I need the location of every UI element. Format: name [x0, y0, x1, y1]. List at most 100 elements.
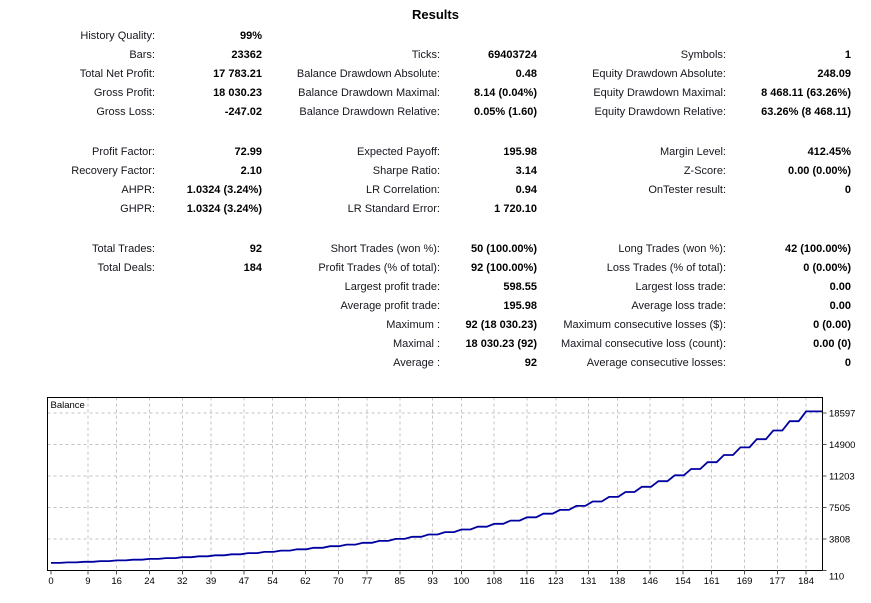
x-tick-label: 16 — [111, 576, 122, 587]
stat-value: 598.55 — [440, 278, 537, 297]
stats-gap — [0, 219, 851, 240]
stat-value: 1.0324 (3.24%) — [155, 200, 262, 219]
stat-label: Average loss trade: — [537, 297, 726, 316]
stat-label: Sharpe Ratio: — [262, 162, 440, 181]
x-tick-label: 100 — [453, 576, 469, 587]
stat-label: Equity Drawdown Relative: — [537, 103, 726, 122]
stat-label: Total Trades: — [0, 240, 155, 259]
stat-value: 0 — [726, 354, 851, 373]
stat-label: OnTester result: — [537, 181, 726, 200]
balance-chart-svg: Balance091624323947546270778593100108116… — [0, 390, 871, 603]
stats-gap — [0, 122, 851, 143]
stats-row: GHPR:1.0324 (3.24%)LR Standard Error:1 7… — [0, 200, 851, 219]
stat-value: 3.14 — [440, 162, 537, 181]
stat-label: GHPR: — [0, 200, 155, 219]
stat-value: 8 468.11 (63.26%) — [726, 84, 851, 103]
balance-chart: Balance091624323947546270778593100108116… — [0, 390, 871, 603]
stat-label: Average profit trade: — [262, 297, 440, 316]
x-tick-label: 47 — [239, 576, 250, 587]
x-tick-label: 169 — [737, 576, 753, 587]
stat-label: Bars: — [0, 46, 155, 65]
plot-area — [48, 398, 823, 571]
y-tick-label: 14900 — [829, 440, 855, 451]
stat-value: 1 — [726, 46, 851, 65]
x-tick-label: 24 — [144, 576, 155, 587]
x-tick-label: 138 — [609, 576, 625, 587]
stat-label: Balance Drawdown Relative: — [262, 103, 440, 122]
x-tick-label: 177 — [769, 576, 785, 587]
y-tick-label: 7505 — [829, 503, 850, 514]
stat-label: Total Net Profit: — [0, 65, 155, 84]
stats-row: Total Net Profit:17 783.21Balance Drawdo… — [0, 65, 851, 84]
stat-value: 92 — [155, 240, 262, 259]
stat-value: 23362 — [155, 46, 262, 65]
stats-row: Maximal :18 030.23 (92)Maximal consecuti… — [0, 335, 851, 354]
stat-label: Margin Level: — [537, 143, 726, 162]
stats-row: Total Deals:184Profit Trades (% of total… — [0, 259, 851, 278]
stat-label: Z-Score: — [537, 162, 726, 181]
stats-row: Average profit trade:195.98Average loss … — [0, 297, 851, 316]
x-tick-label: 62 — [300, 576, 311, 587]
stat-value: 8.14 (0.04%) — [440, 84, 537, 103]
stat-label: Gross Profit: — [0, 84, 155, 103]
stat-value: 63.26% (8 468.11) — [726, 103, 851, 122]
y-tick-label: 110 — [829, 572, 844, 583]
stat-label: LR Standard Error: — [262, 200, 440, 219]
stat-value: 2.10 — [155, 162, 262, 181]
stat-label: History Quality: — [0, 27, 155, 46]
stat-value: 18 030.23 — [155, 84, 262, 103]
stat-label: LR Correlation: — [262, 181, 440, 200]
x-tick-label: 146 — [642, 576, 658, 587]
stat-value: 184 — [155, 259, 262, 278]
x-tick-label: 54 — [267, 576, 278, 587]
stat-value: 92 (100.00%) — [440, 259, 537, 278]
stat-label: Balance Drawdown Maximal: — [262, 84, 440, 103]
stat-label: Maximal consecutive loss (count): — [537, 335, 726, 354]
chart-title: Balance — [51, 400, 85, 411]
stat-value: 1 720.10 — [440, 200, 537, 219]
y-tick-label: 3808 — [829, 534, 850, 545]
x-tick-label: 116 — [519, 576, 534, 587]
stat-label: Maximum consecutive losses ($): — [537, 316, 726, 335]
stat-label: Average consecutive losses: — [537, 354, 726, 373]
stats-grid: History Quality:99%Bars:23362Ticks:69403… — [0, 27, 851, 373]
stat-value: 1.0324 (3.24%) — [155, 181, 262, 200]
x-tick-label: 184 — [798, 576, 814, 587]
stats-row: Gross Profit:18 030.23Balance Drawdown M… — [0, 84, 851, 103]
stat-label: Largest profit trade: — [262, 278, 440, 297]
stats-row: Total Trades:92Short Trades (won %):50 (… — [0, 240, 851, 259]
stat-value: 248.09 — [726, 65, 851, 84]
stat-label: Maximum : — [262, 316, 440, 335]
stat-label: Profit Trades (% of total): — [262, 259, 440, 278]
stat-value: 0.48 — [440, 65, 537, 84]
x-tick-label: 9 — [85, 576, 90, 587]
stats-row: AHPR:1.0324 (3.24%)LR Correlation:0.94On… — [0, 181, 851, 200]
x-tick-label: 161 — [704, 576, 720, 587]
x-tick-label: 123 — [548, 576, 564, 587]
stat-label: Profit Factor: — [0, 143, 155, 162]
stat-value: 0 — [726, 181, 851, 200]
stats-row: Largest profit trade:598.55Largest loss … — [0, 278, 851, 297]
stat-value: 0 (0.00%) — [726, 259, 851, 278]
stat-label: Equity Drawdown Maximal: — [537, 84, 726, 103]
stat-label: Largest loss trade: — [537, 278, 726, 297]
stats-row: History Quality:99% — [0, 27, 851, 46]
stat-value: 18 030.23 (92) — [440, 335, 537, 354]
stat-label: Short Trades (won %): — [262, 240, 440, 259]
stat-value: 99% — [155, 27, 262, 46]
stat-label: Maximal : — [262, 335, 440, 354]
stat-label: Total Deals: — [0, 259, 155, 278]
x-tick-label: 70 — [333, 576, 344, 587]
stat-value: 0.00 — [726, 297, 851, 316]
x-tick-label: 154 — [675, 576, 691, 587]
stat-value: 0.00 (0.00%) — [726, 162, 851, 181]
stat-value: 195.98 — [440, 297, 537, 316]
x-tick-label: 108 — [486, 576, 502, 587]
stat-label: Ticks: — [262, 46, 440, 65]
stats-row: Maximum :92 (18 030.23)Maximum consecuti… — [0, 316, 851, 335]
x-tick-label: 131 — [581, 576, 597, 587]
stat-label: Balance Drawdown Absolute: — [262, 65, 440, 84]
y-tick-label: 11203 — [829, 471, 855, 482]
stat-value: 17 783.21 — [155, 65, 262, 84]
stat-value: 50 (100.00%) — [440, 240, 537, 259]
